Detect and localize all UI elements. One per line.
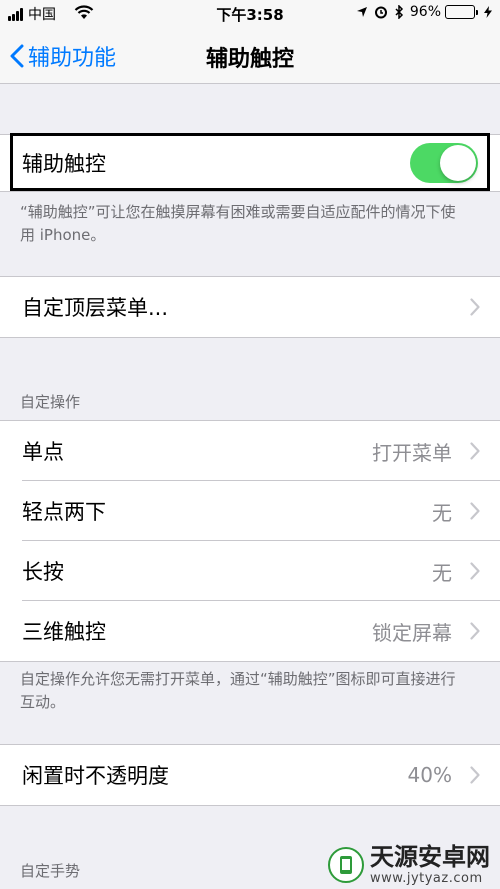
assistive-touch-group: 辅助触控: [0, 134, 500, 192]
chevron-right-icon: [470, 766, 480, 784]
top-menu-group: 自定顶层菜单...: [0, 276, 500, 338]
assistive-touch-toggle[interactable]: [410, 143, 478, 183]
custom-actions-footer: 自定操作允许您无需打开菜单，通过“辅助触控”图标即可直接进行互动。: [20, 670, 456, 711]
alarm-icon: [374, 5, 388, 19]
battery-percent: 96%: [409, 4, 441, 20]
custom-actions-header: 自定操作: [20, 393, 81, 411]
action-row-long-press[interactable]: 长按 无: [0, 541, 500, 601]
customize-top-menu-label: 自定顶层菜单...: [22, 296, 169, 320]
idle-opacity-group: 闲置时不透明度 40%: [0, 744, 500, 806]
location-arrow-icon: [356, 6, 368, 18]
watermark-name: 天源安卓网: [370, 843, 490, 871]
navigation-bar: 辅助功能 辅助触控: [0, 28, 500, 84]
bluetooth-icon: [394, 5, 404, 19]
action-value: 无: [432, 560, 452, 585]
action-label: 单点: [22, 440, 64, 464]
watermark-url: www.jytyaz.com: [370, 871, 483, 886]
charging-bolt-icon: [484, 6, 492, 18]
customize-top-menu-row[interactable]: 自定顶层菜单...: [0, 277, 500, 337]
status-bar: 中国 下午3:58 96%: [0, 0, 500, 28]
idle-opacity-row[interactable]: 闲置时不透明度 40%: [0, 745, 500, 805]
status-right: 96%: [350, 4, 492, 20]
action-value: 锁定屏幕: [372, 620, 452, 645]
idle-opacity-value: 40%: [407, 763, 452, 787]
idle-opacity-label: 闲置时不透明度: [22, 764, 169, 788]
watermark: 天源安卓网 www.jytyaz.com: [328, 845, 490, 885]
watermark-logo-icon: [328, 847, 364, 883]
assistive-touch-row: 辅助触控: [0, 135, 500, 191]
battery-icon: [445, 5, 478, 19]
custom-actions-group: 单点 打开菜单 轻点两下 无 长按 无 三维触控 锁定屏幕: [0, 420, 500, 662]
toggle-knob: [440, 145, 476, 181]
assistive-touch-label: 辅助触控: [22, 152, 106, 176]
chevron-right-icon: [470, 298, 480, 316]
chevron-right-icon: [470, 442, 480, 460]
page-title: 辅助触控: [205, 47, 294, 72]
chevron-right-icon: [470, 622, 480, 640]
custom-gestures-header: 自定手势: [20, 862, 81, 880]
chevron-right-icon: [470, 502, 480, 520]
action-value: 打开菜单: [372, 440, 452, 465]
watermark-text: 天源安卓网 www.jytyaz.com: [370, 845, 490, 885]
action-label: 轻点两下: [22, 500, 106, 524]
action-row-double-tap[interactable]: 轻点两下 无: [0, 481, 500, 541]
action-label: 长按: [22, 560, 64, 584]
action-row-single-tap[interactable]: 单点 打开菜单: [0, 421, 500, 481]
action-label: 三维触控: [22, 620, 106, 644]
action-row-3d-touch[interactable]: 三维触控 锁定屏幕: [0, 601, 500, 661]
action-value: 无: [432, 500, 452, 525]
assistive-touch-footer: “辅助触控”可让您在触摸屏幕有困难或需要自适应配件的情况下使用 iPhone。: [20, 203, 456, 244]
chevron-right-icon: [470, 562, 480, 580]
